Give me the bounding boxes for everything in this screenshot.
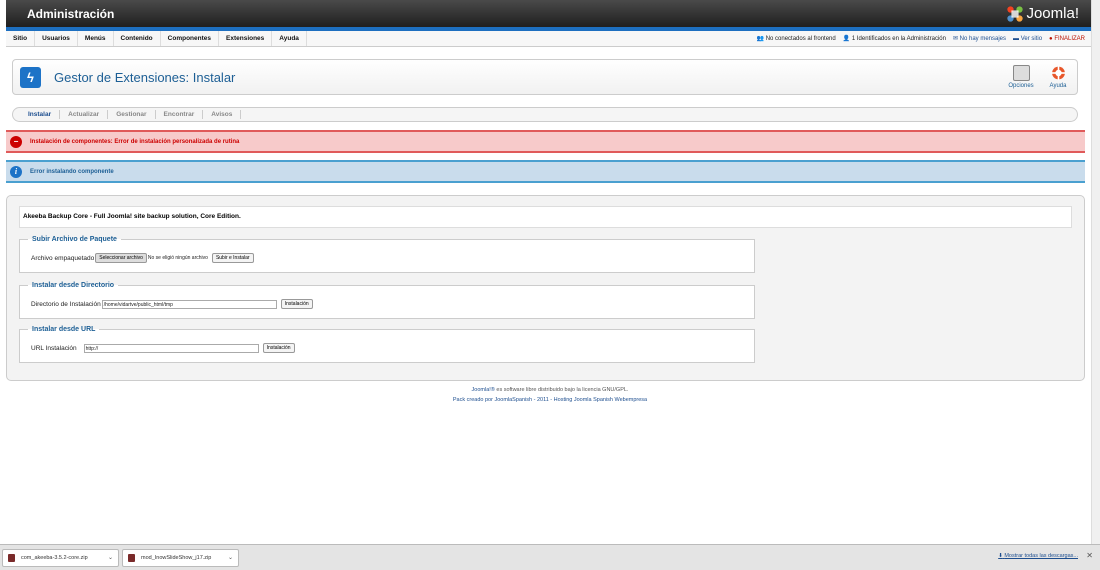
joomla-link[interactable]: Joomla!® [472,387,495,393]
admin-users-status: 👤 1 Identificados en la Administración [842,36,946,42]
chevron-down-icon[interactable]: ⌄ [228,554,233,561]
options-button[interactable]: Opciones [1005,65,1037,89]
chevron-down-icon[interactable]: ⌄ [108,554,113,561]
info-icon: i [10,165,22,178]
directory-legend: Instalar desde Directorio [32,282,115,289]
download-item[interactable]: com_akeeba-3.5.2-core.zip ⌄ [2,548,119,567]
tab-actualizar[interactable]: Actualizar [60,110,109,119]
joomla-logo-text: Joomla! [1026,5,1079,22]
upload-install-button[interactable]: Subir e Instalar [211,253,254,263]
help-label: Ayuda [1049,83,1067,89]
page-title-box: ϟ Gestor de Extensiones: Instalar Opcion… [12,59,1078,95]
page-title: Gestor de Extensiones: Instalar [54,69,236,85]
footer-credits[interactable]: Pack creado por JoomlaSpanish - 2011 - H… [0,395,1100,405]
info-message: i Error instalando componente [6,160,1085,183]
close-icon[interactable]: ✕ [1086,551,1093,560]
akeeba-notice: Akeeba Backup Core - Full Joomla! site b… [19,206,1072,228]
mail-icon: ✉ [952,36,958,42]
directory-label: Directorio de Instalación [31,300,101,308]
installer-tabs: Instalar Actualizar Gestionar Encontrar … [12,107,1078,122]
url-label: URL Instalación [31,344,77,352]
messages-link[interactable]: ✉ No hay mensajes [953,35,1006,42]
menu-extensiones[interactable]: Extensiones [219,31,273,46]
upload-row: Archivo empaquetado Seleccionar archivo … [31,253,254,263]
menu-sitio[interactable]: Sitio [6,31,36,46]
directory-install-button[interactable]: Instalación [280,299,313,309]
zip-file-icon [128,553,135,562]
tab-gestionar[interactable]: Gestionar [108,110,156,119]
upload-package-fieldset: Subir Archivo de Paquete Archivo empaque… [19,236,755,273]
options-icon [1012,65,1030,81]
status-bar: 👥 No conectados al frontend 👤 1 Identifi… [756,35,1091,43]
admin-header: Administración Joomla! [6,0,1091,31]
users-icon: 👥 [756,36,765,42]
options-label: Opciones [1008,83,1034,89]
menu-ayuda[interactable]: Ayuda [272,31,307,46]
footer-license: Joomla!® es software libre distribuido b… [471,387,629,393]
monitor-icon: ▬ [1013,35,1020,42]
frontend-users-status: 👥 No conectados al frontend [756,36,836,42]
logout-link[interactable]: ● FINALIZAR [1049,36,1085,42]
choose-file-button[interactable]: Seleccionar archivo [95,253,147,263]
install-panel: Akeeba Backup Core - Full Joomla! site b… [6,195,1085,381]
lifebuoy-icon [1050,65,1067,81]
help-button[interactable]: Ayuda [1042,65,1074,89]
download-bar: com_akeeba-3.5.2-core.zip ⌄ mod_InowSlid… [0,544,1100,570]
info-text: Error instalando componente [30,168,114,175]
menu-usuarios[interactable]: Usuarios [35,31,78,46]
url-input[interactable]: http:// [83,343,259,353]
menu-contenido[interactable]: Contenido [114,31,161,46]
user-icon: 👤 [842,36,851,42]
download-item[interactable]: mod_InowSlideShow_j17.zip ⌄ [122,548,239,567]
admin-title: Administración [27,6,115,21]
url-legend: Instalar desde URL [32,326,96,333]
logout-icon: ● [1049,35,1053,42]
error-message: − Instalación de componentes: Error de i… [6,130,1085,153]
download-filename: mod_InowSlideShow_j17.zip [141,554,212,561]
download-icon: ⬇ [998,553,1003,559]
install-url-fieldset: Instalar desde URL URL Instalación http:… [19,326,755,363]
page-scrollbar[interactable] [1091,0,1100,544]
menu-componentes[interactable]: Componentes [161,31,219,46]
upload-label: Archivo empaquetado [31,254,95,262]
menu-menus[interactable]: Menús [78,31,114,46]
no-file-text: No se eligió ningún archivo [147,255,208,261]
install-extension-icon: ϟ [20,66,41,88]
directory-input[interactable]: /home/vidartve/public_html/tmp [101,299,277,309]
zip-file-icon [8,553,15,562]
view-site-link[interactable]: ▬ Ver sitio [1013,36,1042,42]
menu-bar: Sitio Usuarios Menús Contenido Component… [6,31,1091,47]
main-menu: Sitio Usuarios Menús Contenido Component… [6,31,307,46]
tab-avisos[interactable]: Avisos [203,110,242,119]
url-row: URL Instalación http:// Instalación [31,343,295,353]
joomla-logo[interactable]: Joomla! [1006,5,1079,23]
tab-encontrar[interactable]: Encontrar [156,110,204,119]
show-all-downloads-link[interactable]: ⬇ Mostrar todas las descargas... [998,553,1078,559]
upload-legend: Subir Archivo de Paquete [32,236,117,243]
directory-row: Directorio de Instalación /home/vidartve… [31,299,313,309]
download-filename: com_akeeba-3.5.2-core.zip [21,554,88,561]
error-text: Instalación de componentes: Error de ins… [30,138,240,145]
install-directory-fieldset: Instalar desde Directorio Directorio de … [19,282,755,319]
tab-instalar[interactable]: Instalar [20,110,61,119]
url-install-button[interactable]: Instalación [262,343,295,353]
error-icon: − [10,135,22,148]
footer: Joomla!® es software libre distribuido b… [0,385,1100,405]
joomla-logo-icon [1007,5,1024,22]
